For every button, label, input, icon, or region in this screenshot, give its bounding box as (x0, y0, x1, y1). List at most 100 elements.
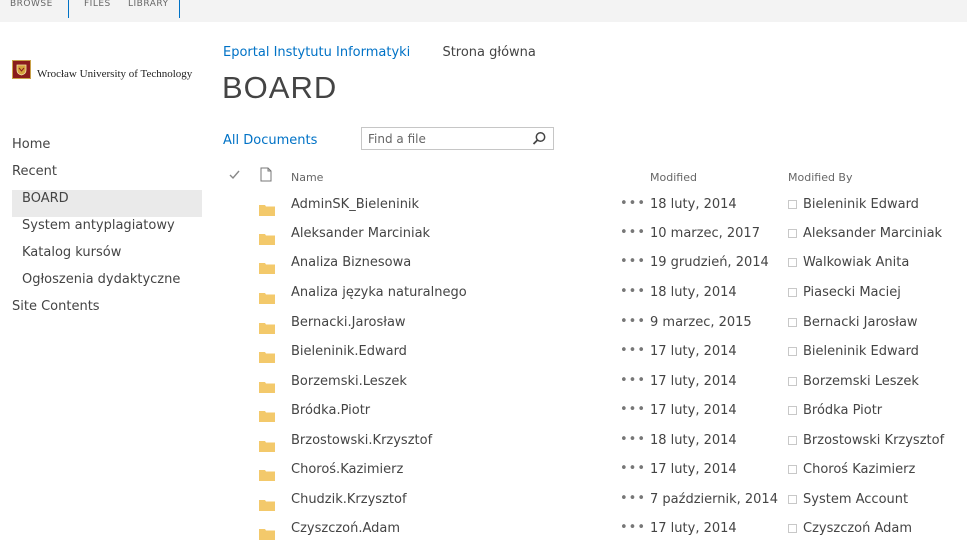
presence-icon (788, 288, 797, 297)
item-name[interactable]: Analiza języka naturalnego (291, 285, 467, 300)
presence-icon (788, 524, 797, 533)
item-modified: 17 luty, 2014 (650, 344, 737, 359)
modified-by-name[interactable]: Czyszczoń Adam (803, 521, 912, 536)
table-row[interactable]: AdminSK_Bieleninik ••• 18 luty, 2014 Bie… (0, 193, 967, 222)
item-name[interactable]: Borzemski.Leszek (291, 374, 407, 389)
item-modified-by: Bernacki Jarosław (788, 315, 918, 330)
logo-text: Wrocław University of Technology (37, 68, 193, 80)
item-modified-by: Brzostowski Krzysztof (788, 433, 944, 448)
modified-by-name[interactable]: Piasecki Maciej (803, 285, 901, 300)
item-modified-by: Choroś Kazimierz (788, 462, 915, 477)
modified-by-name[interactable]: Aleksander Marciniak (803, 226, 942, 241)
folder-icon (259, 289, 275, 308)
item-name[interactable]: AdminSK_Bieleninik (291, 197, 419, 212)
nav-item-recent[interactable]: Recent (0, 163, 202, 190)
column-header-modified[interactable]: Modified (650, 171, 697, 184)
folder-icon (259, 230, 275, 249)
table-row[interactable]: Analiza Biznesowa ••• 19 grudzień, 2014 … (0, 251, 967, 280)
table-row[interactable]: Brzostowski.Krzysztof ••• 18 luty, 2014 … (0, 429, 967, 458)
more-options-icon[interactable]: ••• (620, 373, 646, 388)
modified-by-name[interactable]: Brzostowski Krzysztof (803, 433, 944, 448)
table-row[interactable]: Aleksander Marciniak ••• 10 marzec, 2017… (0, 222, 967, 251)
more-options-icon[interactable]: ••• (620, 402, 646, 417)
table-row[interactable]: Chudzik.Krzysztof ••• 7 październik, 201… (0, 488, 967, 517)
modified-by-name[interactable]: System Account (803, 492, 908, 507)
modified-by-name[interactable]: Bródka Piotr (803, 403, 882, 418)
modified-by-name[interactable]: Bieleninik Edward (803, 344, 919, 359)
search-icon[interactable] (532, 131, 547, 150)
item-name[interactable]: Analiza Biznesowa (291, 255, 411, 270)
search-box (361, 127, 554, 150)
table-row[interactable]: Bieleninik.Edward ••• 17 luty, 2014 Biel… (0, 340, 967, 369)
item-modified: 10 marzec, 2017 (650, 226, 760, 241)
item-name[interactable]: Aleksander Marciniak (291, 226, 430, 241)
table-row[interactable]: Bernacki.Jarosław ••• 9 marzec, 2015 Ber… (0, 311, 967, 340)
modified-by-name[interactable]: Bernacki Jarosław (803, 315, 918, 330)
item-name[interactable]: Choroś.Kazimierz (291, 462, 403, 477)
select-all-checkmark-icon[interactable] (229, 170, 240, 183)
more-options-icon[interactable]: ••• (620, 314, 646, 329)
more-options-icon[interactable]: ••• (620, 284, 646, 299)
modified-by-name[interactable]: Choroś Kazimierz (803, 462, 915, 477)
item-modified-by: Bródka Piotr (788, 403, 882, 418)
ribbon-tab-files[interactable]: FILES (74, 0, 121, 18)
presence-icon (788, 229, 797, 238)
ribbon-tab-browse[interactable]: BROWSE (0, 0, 63, 18)
table-row[interactable]: Borzemski.Leszek ••• 17 luty, 2014 Borze… (0, 370, 967, 399)
item-modified: 18 luty, 2014 (650, 197, 737, 212)
item-name[interactable]: Brzostowski.Krzysztof (291, 433, 432, 448)
ribbon-tab-library[interactable]: LIBRARY (118, 0, 179, 18)
modified-by-name[interactable]: Borzemski Leszek (803, 374, 919, 389)
more-options-icon[interactable]: ••• (620, 254, 646, 269)
nav-item-home[interactable]: Home (0, 136, 202, 163)
item-modified-by: Czyszczoń Adam (788, 521, 912, 536)
folder-icon (259, 259, 275, 278)
more-options-icon[interactable]: ••• (620, 225, 646, 240)
file-type-icon (260, 167, 272, 185)
more-options-icon[interactable]: ••• (620, 461, 646, 476)
university-crest-icon (12, 59, 31, 79)
modified-by-name[interactable]: Bieleninik Edward (803, 197, 919, 212)
item-name[interactable]: Czyszczoń.Adam (291, 521, 400, 536)
item-name[interactable]: Bernacki.Jarosław (291, 315, 406, 330)
table-row[interactable]: Bródka.Piotr ••• 17 luty, 2014 Bródka Pi… (0, 399, 967, 428)
home-link[interactable]: Strona główna (442, 45, 535, 60)
table-row[interactable]: Analiza języka naturalnego ••• 18 luty, … (0, 281, 967, 310)
item-name[interactable]: Bródka.Piotr (291, 403, 370, 418)
more-options-icon[interactable]: ••• (620, 343, 646, 358)
site-logo[interactable]: Wrocław University of Technology (12, 58, 192, 80)
more-options-icon[interactable]: ••• (620, 432, 646, 447)
folder-icon (259, 437, 275, 456)
more-options-icon[interactable]: ••• (620, 520, 646, 535)
folder-icon (259, 319, 275, 338)
table-row[interactable]: Choroś.Kazimierz ••• 17 luty, 2014 Choro… (0, 458, 967, 487)
search-input[interactable] (362, 128, 528, 150)
item-modified-by: Walkowiak Anita (788, 255, 909, 270)
top-links: Eportal Instytutu Informatyki Strona głó… (223, 45, 536, 60)
item-modified-by: Aleksander Marciniak (788, 226, 942, 241)
item-modified: 7 październik, 2014 (650, 492, 778, 507)
item-modified: 19 grudzień, 2014 (650, 255, 769, 270)
site-title-link[interactable]: Eportal Instytutu Informatyki (223, 45, 410, 60)
table-row[interactable]: Czyszczoń.Adam ••• 17 luty, 2014 Czyszcz… (0, 517, 967, 546)
folder-icon (259, 496, 275, 515)
presence-icon (788, 406, 797, 415)
item-modified-by: Piasecki Maciej (788, 285, 901, 300)
modified-by-name[interactable]: Walkowiak Anita (803, 255, 909, 270)
item-modified: 18 luty, 2014 (650, 433, 737, 448)
presence-icon (788, 465, 797, 474)
presence-icon (788, 318, 797, 327)
ribbon-separator (68, 0, 69, 18)
more-options-icon[interactable]: ••• (620, 196, 646, 211)
view-all-documents[interactable]: All Documents (223, 133, 317, 148)
item-name[interactable]: Bieleninik.Edward (291, 344, 407, 359)
presence-icon (788, 258, 797, 267)
page-title: BOARD (222, 70, 338, 105)
folder-icon (259, 201, 275, 220)
column-header-modified-by[interactable]: Modified By (788, 171, 853, 184)
item-name[interactable]: Chudzik.Krzysztof (291, 492, 407, 507)
item-modified: 17 luty, 2014 (650, 374, 737, 389)
column-header-name[interactable]: Name (291, 171, 323, 184)
more-options-icon[interactable]: ••• (620, 491, 646, 506)
presence-icon (788, 200, 797, 209)
